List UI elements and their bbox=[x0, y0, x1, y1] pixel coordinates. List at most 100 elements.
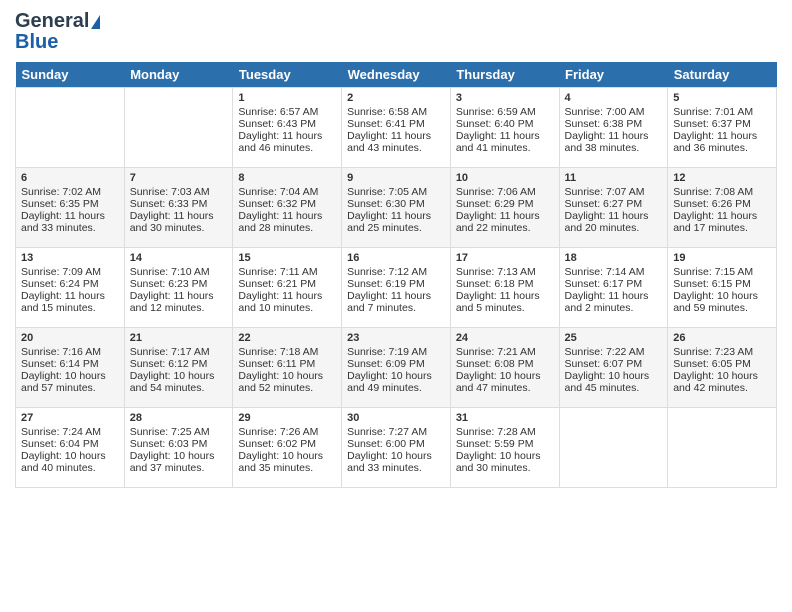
daylight-text: Daylight: 10 hours and 30 minutes. bbox=[456, 450, 541, 474]
weekday-header-sunday: Sunday bbox=[16, 62, 125, 88]
sunrise-text: Sunrise: 7:25 AM bbox=[130, 426, 210, 438]
daylight-text: Daylight: 11 hours and 36 minutes. bbox=[673, 130, 757, 154]
calendar-cell: 19Sunrise: 7:15 AMSunset: 6:15 PMDayligh… bbox=[668, 248, 777, 328]
daylight-text: Daylight: 11 hours and 7 minutes. bbox=[347, 290, 431, 314]
sunset-text: Sunset: 6:11 PM bbox=[238, 358, 315, 370]
sunrise-text: Sunrise: 7:27 AM bbox=[347, 426, 427, 438]
weekday-header-monday: Monday bbox=[124, 62, 233, 88]
sunset-text: Sunset: 6:35 PM bbox=[21, 198, 99, 210]
weekday-header-tuesday: Tuesday bbox=[233, 62, 342, 88]
header: General Blue bbox=[15, 10, 777, 54]
daylight-text: Daylight: 10 hours and 52 minutes. bbox=[238, 370, 323, 394]
sunset-text: Sunset: 6:00 PM bbox=[347, 438, 425, 450]
sunrise-text: Sunrise: 7:01 AM bbox=[673, 106, 753, 118]
calendar-cell: 22 Sunrise: 7:18 AMSunset: 6:11 PMDayligh… bbox=[233, 328, 342, 408]
calendar-cell: 26Sunrise: 7:23 AMSunset: 6:05 PMDayligh… bbox=[668, 328, 777, 408]
day-number: 5 bbox=[673, 92, 771, 104]
sunrise-text: Sunrise: 7:19 AM bbox=[347, 346, 427, 358]
day-number: 22 bbox=[238, 332, 336, 344]
calendar-cell: 6Sunrise: 7:02 AMSunset: 6:35 PMDaylight… bbox=[16, 168, 125, 248]
week-row-1: 1Sunrise: 6:57 AMSunset: 6:43 PMDaylight… bbox=[16, 88, 777, 168]
day-number: 4 bbox=[565, 92, 663, 104]
week-row-3: 13Sunrise: 7:09 AMSunset: 6:24 PMDayligh… bbox=[16, 248, 777, 328]
sunrise-text: Sunrise: 7:23 AM bbox=[673, 346, 753, 358]
sunrise-text: Sunrise: 7:04 AM bbox=[238, 186, 318, 198]
day-number: 23 bbox=[347, 332, 445, 344]
daylight-text: Daylight: 11 hours and 25 minutes. bbox=[347, 210, 431, 234]
day-number: 31 bbox=[456, 412, 554, 424]
daylight-text: Daylight: 11 hours and 2 minutes. bbox=[565, 290, 649, 314]
calendar-cell bbox=[16, 88, 125, 168]
sunset-text: Sunset: 6:37 PM bbox=[673, 118, 751, 130]
day-number: 8 bbox=[238, 172, 336, 184]
sunset-text: Sunset: 6:08 PM bbox=[456, 358, 534, 370]
sunrise-text: Sunrise: 7:12 AM bbox=[347, 266, 427, 278]
calendar-table: SundayMondayTuesdayWednesdayThursdayFrid… bbox=[15, 62, 777, 488]
daylight-text: Daylight: 11 hours and 20 minutes. bbox=[565, 210, 649, 234]
daylight-text: Daylight: 10 hours and 40 minutes. bbox=[21, 450, 106, 474]
day-number: 7 bbox=[130, 172, 228, 184]
sunset-text: Sunset: 6:21 PM bbox=[238, 278, 316, 290]
day-number: 2 bbox=[347, 92, 445, 104]
calendar-cell: 7Sunrise: 7:03 AMSunset: 6:33 PMDaylight… bbox=[124, 168, 233, 248]
sunrise-text: Sunrise: 7:13 AM bbox=[456, 266, 536, 278]
day-number: 26 bbox=[673, 332, 771, 344]
day-number: 24 bbox=[456, 332, 554, 344]
daylight-text: Daylight: 11 hours and 15 minutes. bbox=[21, 290, 105, 314]
calendar-cell: 11Sunrise: 7:07 AMSunset: 6:27 PMDayligh… bbox=[559, 168, 668, 248]
calendar-cell: 29Sunrise: 7:26 AMSunset: 6:02 PMDayligh… bbox=[233, 408, 342, 488]
calendar-cell: 8Sunrise: 7:04 AMSunset: 6:32 PMDaylight… bbox=[233, 168, 342, 248]
day-number: 13 bbox=[21, 252, 119, 264]
daylight-text: Daylight: 11 hours and 12 minutes. bbox=[130, 290, 214, 314]
daylight-text: Daylight: 10 hours and 37 minutes. bbox=[130, 450, 215, 474]
calendar-cell bbox=[124, 88, 233, 168]
sunset-text: Sunset: 6:03 PM bbox=[130, 438, 208, 450]
calendar-cell: 27Sunrise: 7:24 AMSunset: 6:04 PMDayligh… bbox=[16, 408, 125, 488]
calendar-cell: 23Sunrise: 7:19 AMSunset: 6:09 PMDayligh… bbox=[342, 328, 451, 408]
sunset-text: Sunset: 6:15 PM bbox=[673, 278, 751, 290]
calendar-cell: 28 Sunrise: 7:25 AMSunset: 6:03 PMDayligh… bbox=[124, 408, 233, 488]
day-number: 29 bbox=[238, 412, 336, 424]
calendar-cell: 30Sunrise: 7:27 AMSunset: 6:00 PMDayligh… bbox=[342, 408, 451, 488]
daylight-text: Daylight: 11 hours and 22 minutes. bbox=[456, 210, 540, 234]
weekday-header-friday: Friday bbox=[559, 62, 668, 88]
week-row-4: 20Sunrise: 7:16 AMSunset: 6:14 PMDayligh… bbox=[16, 328, 777, 408]
calendar-cell: 3Sunrise: 6:59 AMSunset: 6:40 PMDaylight… bbox=[450, 88, 559, 168]
day-number: 1 bbox=[238, 92, 336, 104]
sunset-text: Sunset: 6:09 PM bbox=[347, 358, 425, 370]
sunrise-text: Sunrise: 7:17 AM bbox=[130, 346, 210, 358]
calendar-cell: 5 Sunrise: 7:01 AMSunset: 6:37 PMDaylight… bbox=[668, 88, 777, 168]
daylight-text: Daylight: 10 hours and 59 minutes. bbox=[673, 290, 758, 314]
sunset-text: Sunset: 6:18 PM bbox=[456, 278, 534, 290]
calendar-container: General Blue SundayMondayTuesdayWednesda… bbox=[0, 0, 792, 498]
week-row-5: 27Sunrise: 7:24 AMSunset: 6:04 PMDayligh… bbox=[16, 408, 777, 488]
logo-triangle-icon bbox=[91, 15, 100, 29]
sunrise-text: Sunrise: 7:07 AM bbox=[565, 186, 645, 198]
daylight-text: Daylight: 11 hours and 46 minutes. bbox=[238, 130, 322, 154]
day-number: 3 bbox=[456, 92, 554, 104]
sunrise-text: Sunrise: 7:00 AM bbox=[565, 106, 645, 118]
sunrise-text: Sunrise: 7:02 AM bbox=[21, 186, 101, 198]
sunrise-text: Sunrise: 7:18 AM bbox=[238, 346, 318, 358]
sunset-text: Sunset: 6:04 PM bbox=[21, 438, 99, 450]
sunset-text: Sunset: 6:24 PM bbox=[21, 278, 99, 290]
sunset-text: Sunset: 6:27 PM bbox=[565, 198, 643, 210]
sunrise-text: Sunrise: 6:59 AM bbox=[456, 106, 536, 118]
sunrise-text: Sunrise: 7:11 AM bbox=[238, 266, 317, 278]
logo-general: General bbox=[15, 10, 89, 33]
daylight-text: Daylight: 11 hours and 38 minutes. bbox=[565, 130, 649, 154]
sunrise-text: Sunrise: 7:14 AM bbox=[565, 266, 645, 278]
sunrise-text: Sunrise: 7:28 AM bbox=[456, 426, 536, 438]
weekday-header-saturday: Saturday bbox=[668, 62, 777, 88]
day-number: 30 bbox=[347, 412, 445, 424]
calendar-cell: 10Sunrise: 7:06 AMSunset: 6:29 PMDayligh… bbox=[450, 168, 559, 248]
day-number: 28 bbox=[130, 412, 228, 424]
sunrise-text: Sunrise: 7:21 AM bbox=[456, 346, 536, 358]
weekday-header-thursday: Thursday bbox=[450, 62, 559, 88]
daylight-text: Daylight: 10 hours and 42 minutes. bbox=[673, 370, 758, 394]
sunset-text: Sunset: 5:59 PM bbox=[456, 438, 534, 450]
calendar-cell: 21Sunrise: 7:17 AMSunset: 6:12 PMDayligh… bbox=[124, 328, 233, 408]
calendar-cell: 16Sunrise: 7:12 AMSunset: 6:19 PMDayligh… bbox=[342, 248, 451, 328]
daylight-text: Daylight: 10 hours and 45 minutes. bbox=[565, 370, 650, 394]
day-number: 9 bbox=[347, 172, 445, 184]
